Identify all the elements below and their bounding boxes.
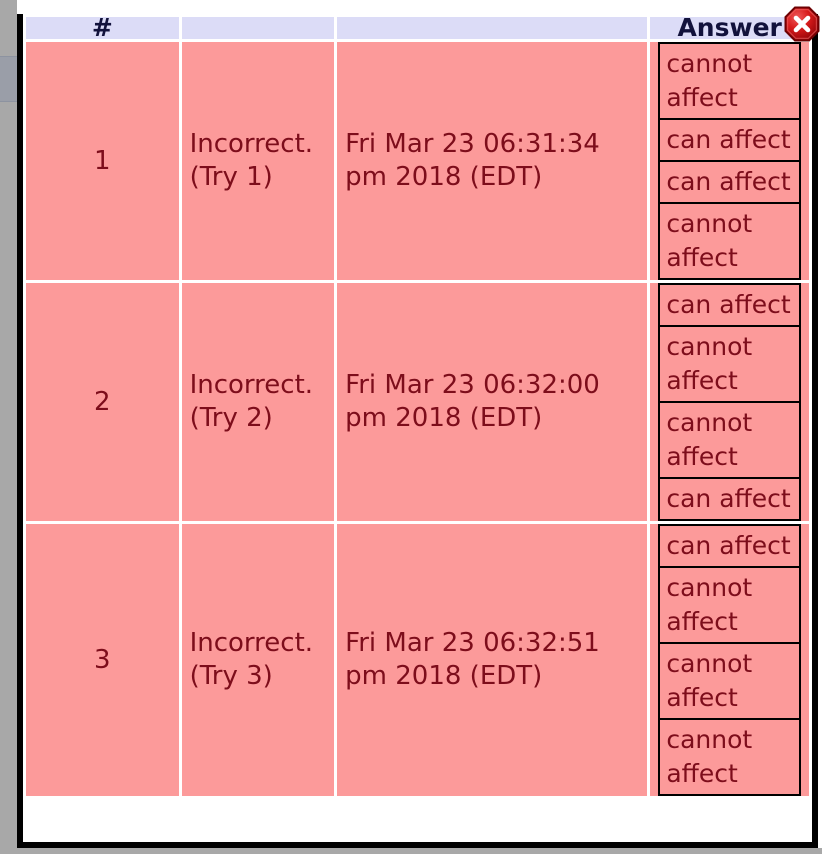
attempt-number: 3 bbox=[26, 524, 179, 796]
attempt-timestamp: Fri Mar 23 06:32:00 pm 2018 (EDT) bbox=[337, 283, 648, 521]
answer-choice-list: can affect cannot affect cannot affect c… bbox=[658, 283, 801, 521]
attempt-number: 1 bbox=[26, 42, 179, 280]
attempt-answers-cell: cannot affect can affect can affect cann… bbox=[650, 42, 809, 280]
submission-results-table: # Answer 1 Incorrect. (Try 1) Fri Mar 23… bbox=[23, 14, 812, 799]
attempt-status: Incorrect. (Try 1) bbox=[181, 42, 335, 280]
column-header-status bbox=[181, 17, 335, 39]
answer-choice: can affect bbox=[658, 524, 801, 568]
scrollbar-track-top bbox=[0, 0, 17, 15]
attempt-answers-cell: can affect cannot affect cannot affect c… bbox=[650, 283, 809, 521]
attempt-timestamp: Fri Mar 23 06:31:34 pm 2018 (EDT) bbox=[337, 42, 648, 280]
table-header-row: # Answer bbox=[26, 17, 809, 39]
table-row: 2 Incorrect. (Try 2) Fri Mar 23 06:32:00… bbox=[26, 283, 809, 521]
answer-choice: cannot affect bbox=[658, 202, 801, 280]
submission-results-table-container: # Answer 1 Incorrect. (Try 1) Fri Mar 23… bbox=[17, 14, 818, 848]
answer-choice: cannot affect bbox=[658, 718, 801, 796]
answer-choice-list: cannot affect can affect can affect cann… bbox=[658, 42, 801, 280]
attempt-status: Incorrect. (Try 2) bbox=[181, 283, 335, 521]
attempt-answers-cell: can affect cannot affect cannot affect c… bbox=[650, 524, 809, 796]
table-row: 1 Incorrect. (Try 1) Fri Mar 23 06:31:34… bbox=[26, 42, 809, 280]
table-row: 3 Incorrect. (Try 3) Fri Mar 23 06:32:51… bbox=[26, 524, 809, 796]
answer-choice: cannot affect bbox=[658, 566, 801, 644]
attempt-timestamp: Fri Mar 23 06:32:51 pm 2018 (EDT) bbox=[337, 524, 648, 796]
answer-choice-list: can affect cannot affect cannot affect c… bbox=[658, 524, 801, 796]
answer-choice: cannot affect bbox=[658, 325, 801, 403]
answer-choice: cannot affect bbox=[658, 42, 801, 120]
answer-choice: can affect bbox=[658, 283, 801, 327]
answer-choice: cannot affect bbox=[658, 401, 801, 479]
table-header: # Answer bbox=[26, 17, 809, 39]
column-header-time bbox=[337, 17, 648, 39]
attempt-number: 2 bbox=[26, 283, 179, 521]
page-scrollbar-track[interactable] bbox=[0, 0, 17, 854]
page-bottom-gutter bbox=[0, 848, 822, 854]
column-header-number: # bbox=[26, 17, 179, 39]
close-icon[interactable] bbox=[784, 6, 820, 42]
answer-choice: can affect bbox=[658, 477, 801, 521]
browser-viewport: # Answer 1 Incorrect. (Try 1) Fri Mar 23… bbox=[0, 0, 822, 854]
page-scrollbar-thumb[interactable] bbox=[0, 56, 17, 102]
answer-choice: can affect bbox=[658, 118, 801, 162]
answer-choice: can affect bbox=[658, 160, 801, 204]
answer-choice: cannot affect bbox=[658, 642, 801, 720]
table-body: 1 Incorrect. (Try 1) Fri Mar 23 06:31:34… bbox=[26, 42, 809, 796]
attempt-status: Incorrect. (Try 3) bbox=[181, 524, 335, 796]
